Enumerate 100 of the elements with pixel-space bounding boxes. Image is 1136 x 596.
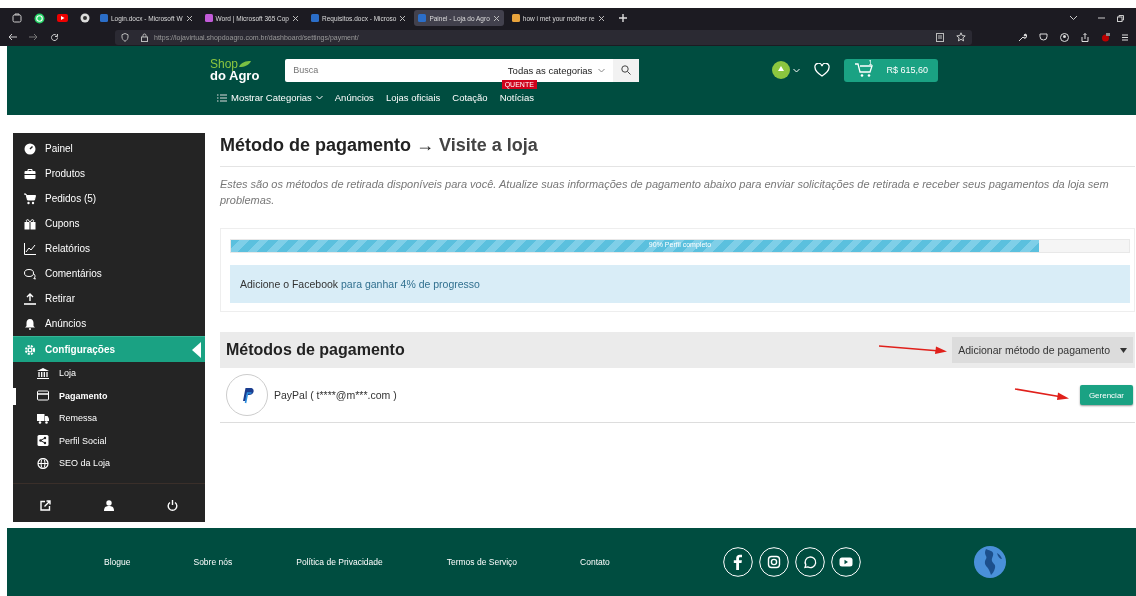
briefcase-icon [24,167,36,180]
star-icon[interactable] [956,32,966,42]
globe-icon [37,457,49,469]
sidebar-subitem[interactable]: Perfil Social [13,429,205,452]
annotation-arrow [878,344,949,356]
pocket-icon[interactable] [1039,33,1048,41]
lock-icon [141,32,148,42]
nav-link[interactable]: Lojas oficiais [385,92,441,103]
section-title: Métodos de pagamento [226,341,406,359]
back-icon[interactable] [8,33,17,41]
category-dropdown[interactable]: Todas as categorias [507,58,614,82]
restore-icon[interactable] [1117,14,1124,22]
browser-app-icon[interactable] [80,13,90,23]
sidebar-item[interactable]: Cupons [13,211,205,236]
bank-icon [37,367,49,379]
reload-icon[interactable] [50,32,59,42]
tip-link[interactable]: para ganhar 4% de progresso [341,278,480,290]
nav-link[interactable]: Notícias [499,92,534,103]
menu-icon[interactable] [1122,33,1128,41]
close-icon[interactable] [185,14,193,22]
whatsapp-icon[interactable] [794,547,825,577]
close-icon[interactable] [292,14,299,22]
sidebar-subitem[interactable]: SEO da Loja [13,452,205,475]
heart-icon[interactable] [814,63,831,77]
sidebar-item[interactable]: Relatórios [13,236,205,261]
footer-link[interactable]: Sobre nós [193,557,233,567]
page-title: Método de pagamento → Visite a loja [220,133,1135,167]
chevron-down-icon [598,67,606,73]
user-icon[interactable] [104,499,114,511]
page-icon [204,14,213,22]
nav-link[interactable]: Mostrar Categorias [217,92,323,103]
sidebar-subitem[interactable]: Remessa [13,407,205,430]
share-icon[interactable] [1081,32,1089,42]
sidebar-item[interactable]: Anúncios [13,311,205,336]
avatar-icon [772,61,791,79]
logo[interactable]: Shop do Agro [210,58,260,82]
chevron-down-icon[interactable] [1069,15,1078,21]
active-indicator-icon [192,342,201,358]
power-icon[interactable] [167,499,179,511]
sidebar-item[interactable]: Comentários [13,261,205,286]
search-button[interactable] [613,58,640,82]
chevron-down-icon [315,95,323,100]
new-tab-icon[interactable] [618,14,627,22]
wrench-icon[interactable] [1018,32,1027,42]
page-icon [311,14,319,22]
tab-overview-icon[interactable] [12,13,22,23]
cart-icon [24,192,36,205]
payment-method-name: PayPal ( t****@m***.com ) [274,389,397,401]
reader-icon[interactable] [936,32,944,42]
sidebar-subitem[interactable]: Loja [13,362,205,385]
annotation-arrow [1013,388,1070,402]
gift-icon [24,217,36,230]
description-text: Estes são os métodos de retirada disponíveis para você. Atualize suas informações de pagamento abaixo para enviar solicitações de retirada e receber seus pagamentos da loja sem problemas. [220,177,1110,208]
sidebar-item[interactable]: Pedidos (5) [13,186,205,211]
chat-app-icon[interactable] [34,12,45,24]
video-app-icon[interactable] [57,14,68,22]
shield-icon [121,32,129,42]
upload-icon [24,292,36,305]
forward-icon[interactable] [29,33,38,41]
page-icon [511,14,520,22]
page-icon [100,14,108,22]
search-field[interactable]: Busca [285,58,508,82]
footer-link[interactable]: Blogue [104,557,131,567]
facebook-icon[interactable] [722,547,753,577]
add-method-dropdown[interactable]: Adicionar método de pagamento [952,337,1133,363]
account-icon[interactable] [1060,32,1069,42]
account-menu[interactable] [772,61,801,79]
share-icon [37,435,49,447]
comments-icon [24,267,36,280]
external-link-icon[interactable] [39,499,51,511]
extension-icon[interactable] [1101,32,1110,42]
close-icon[interactable] [492,14,500,22]
chart-icon [24,242,36,255]
leaf-icon [238,60,253,68]
tip-text: Adicione o Facebook [240,278,339,290]
paypal-logo-icon [226,374,268,416]
list-icon [217,93,227,102]
close-icon[interactable] [597,14,605,22]
chevron-down-icon [793,67,801,73]
card-icon [37,390,49,402]
visit-store-link[interactable]: Visite a loja [439,135,538,155]
dashboard-icon [24,142,36,155]
truck-icon [37,412,49,424]
sidebar-item[interactable]: Retirar [13,286,205,311]
globe-icon[interactable] [972,545,1007,579]
caret-icon [1120,347,1127,353]
nav-link[interactable]: Cotação [452,92,488,103]
instagram-icon[interactable] [758,547,789,577]
sidebar-subitem[interactable]: Pagamento [13,384,205,407]
gear-icon [24,343,36,356]
youtube-icon[interactable] [830,547,861,577]
close-icon[interactable] [399,14,407,22]
bell-icon [24,317,36,330]
page-icon [418,14,427,22]
footer-link[interactable]: Contato [580,557,610,567]
footer-link[interactable]: Política de Privacidade [296,557,383,567]
sidebar-item[interactable]: Produtos [13,161,205,186]
sidebar-item[interactable]: Painel [13,136,205,161]
nav-link[interactable]: Anúncios [334,92,374,103]
footer-link[interactable]: Termos de Serviço [446,557,518,567]
